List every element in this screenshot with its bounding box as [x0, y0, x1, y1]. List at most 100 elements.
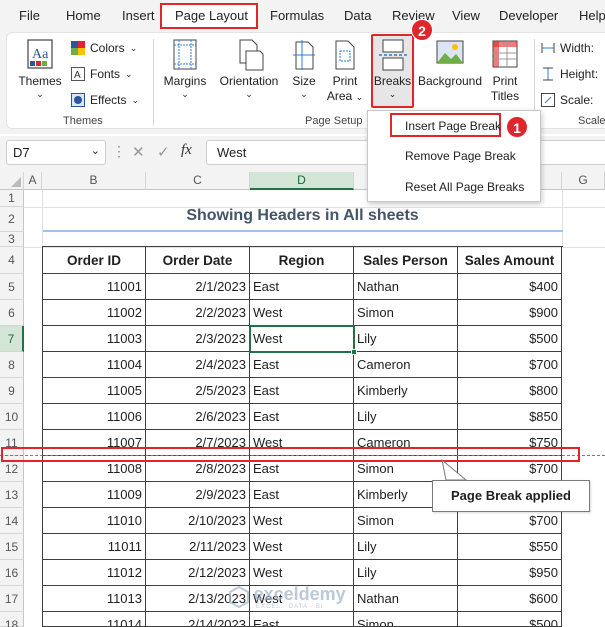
cell-region[interactable]: East — [250, 482, 354, 508]
cell-sales-amount[interactable]: $550 — [458, 534, 562, 560]
cell-order-date[interactable]: 2/3/2023 — [146, 326, 250, 352]
cell-sales-amount[interactable]: $500 — [458, 612, 562, 627]
cell-order-id[interactable]: 11005 — [42, 378, 146, 404]
cell-order-date[interactable]: 2/14/2023 — [146, 612, 250, 627]
background-button[interactable]: Background — [413, 39, 487, 89]
cell-sales-person[interactable]: Lily — [354, 534, 458, 560]
row-header-3[interactable]: 3 — [0, 232, 24, 247]
cell-order-id[interactable]: 11013 — [42, 586, 146, 612]
row-header-18[interactable]: 18 — [0, 612, 24, 627]
themes-button[interactable]: Aa Themes ⌄ — [15, 39, 65, 99]
cell-sales-amount[interactable]: $700 — [458, 352, 562, 378]
row-header-1[interactable]: 1 — [0, 190, 24, 207]
cell-order-date[interactable]: 2/10/2023 — [146, 508, 250, 534]
cell-sales-person[interactable]: Kimberly — [354, 378, 458, 404]
row-header-10[interactable]: 10 — [0, 404, 24, 430]
cell-order-date[interactable]: 2/1/2023 — [146, 274, 250, 300]
column-header-a[interactable]: A — [24, 172, 42, 190]
cell-order-id[interactable]: 11009 — [42, 482, 146, 508]
cell-sales-person[interactable]: Lily — [354, 404, 458, 430]
cell-order-date[interactable]: 2/4/2023 — [146, 352, 250, 378]
menu-item-remove-page-break[interactable]: Remove Page Break — [405, 149, 516, 163]
column-header-b[interactable]: B — [42, 172, 146, 190]
width-control[interactable]: Width: — [541, 41, 594, 55]
column-header-c[interactable]: C — [146, 172, 250, 190]
column-header-d[interactable]: D — [250, 172, 354, 190]
cell-order-id[interactable]: 11006 — [42, 404, 146, 430]
row-header-4[interactable]: 4 — [0, 247, 24, 274]
cell-sales-amount[interactable]: $800 — [458, 378, 562, 404]
row-header-9[interactable]: 9 — [0, 378, 24, 404]
function-icon[interactable]: fx — [181, 142, 192, 159]
header-cell-region[interactable]: Region — [250, 247, 354, 274]
tab-formulas[interactable]: Formulas — [270, 8, 324, 23]
tab-view[interactable]: View — [452, 8, 480, 23]
cell-order-date[interactable]: 2/2/2023 — [146, 300, 250, 326]
cell-sales-amount[interactable]: $900 — [458, 300, 562, 326]
cell-region[interactable]: West — [250, 534, 354, 560]
row-header-17[interactable]: 17 — [0, 586, 24, 612]
cell-region[interactable]: East — [250, 378, 354, 404]
row-header-8[interactable]: 8 — [0, 352, 24, 378]
cell-order-date[interactable]: 2/6/2023 — [146, 404, 250, 430]
header-cell-sales-person[interactable]: Sales Person — [354, 247, 458, 274]
orientation-button[interactable]: Orientation ⌄ — [213, 39, 285, 99]
tab-file[interactable]: File — [19, 8, 40, 23]
header-cell-sales-amount[interactable]: Sales Amount — [458, 247, 562, 274]
cell-region[interactable]: West — [250, 326, 354, 352]
row-header-14[interactable]: 14 — [0, 508, 24, 534]
cell-region[interactable]: West — [250, 560, 354, 586]
cell-order-id[interactable]: 11003 — [42, 326, 146, 352]
select-all-corner[interactable] — [0, 172, 24, 190]
row-header-7[interactable]: 7 — [0, 326, 24, 352]
cell-sales-person[interactable]: Cameron — [354, 352, 458, 378]
header-cell-order-id[interactable]: Order ID — [42, 247, 146, 274]
cell-order-id[interactable]: 11011 — [42, 534, 146, 560]
cell-order-id[interactable]: 11002 — [42, 300, 146, 326]
cell-order-date[interactable]: 2/5/2023 — [146, 378, 250, 404]
cell-sales-person[interactable]: Lily — [354, 560, 458, 586]
scale-control[interactable]: Scale: — [541, 93, 593, 107]
print-titles-button[interactable]: Print Titles — [485, 39, 525, 104]
cell-order-id[interactable]: 11014 — [42, 612, 146, 627]
cell-order-id[interactable]: 11010 — [42, 508, 146, 534]
tab-data[interactable]: Data — [344, 8, 371, 23]
cell-region[interactable]: East — [250, 274, 354, 300]
cell-region[interactable]: West — [250, 300, 354, 326]
cell-order-id[interactable]: 11012 — [42, 560, 146, 586]
row-header-15[interactable]: 15 — [0, 534, 24, 560]
cell-sales-person[interactable]: Nathan — [354, 586, 458, 612]
cell-order-date[interactable]: 2/9/2023 — [146, 482, 250, 508]
cell-sales-amount[interactable]: $850 — [458, 404, 562, 430]
cell-sales-person[interactable]: Simon — [354, 612, 458, 627]
fill-handle[interactable] — [351, 349, 357, 355]
height-control[interactable]: Height: — [541, 67, 598, 81]
fonts-button[interactable]: A Fonts ⌄ — [71, 67, 133, 81]
row-header-13[interactable]: 13 — [0, 482, 24, 508]
header-cell-order-date[interactable]: Order Date — [146, 247, 250, 274]
tab-help[interactable]: Help — [579, 8, 605, 23]
chevron-down-icon[interactable]: ⌄ — [91, 144, 100, 157]
cell-region[interactable]: East — [250, 612, 354, 627]
row-header-16[interactable]: 16 — [0, 560, 24, 586]
effects-button[interactable]: Effects ⌄ — [71, 93, 139, 107]
cell-sales-person[interactable]: Simon — [354, 300, 458, 326]
cell-order-date[interactable]: 2/12/2023 — [146, 560, 250, 586]
menu-item-insert-page-break[interactable]: Insert Page Break — [405, 119, 501, 133]
cell-sales-amount[interactable]: $400 — [458, 274, 562, 300]
size-button[interactable]: Size ⌄ — [287, 39, 321, 99]
cell-order-id[interactable]: 11004 — [42, 352, 146, 378]
tab-insert[interactable]: Insert — [122, 8, 155, 23]
cancel-icon[interactable]: ✕ — [132, 143, 145, 161]
tab-developer[interactable]: Developer — [499, 8, 558, 23]
menu-item-reset-all-page-breaks[interactable]: Reset All Page Breaks — [405, 180, 524, 194]
column-header-g[interactable]: G — [562, 172, 605, 190]
cell-region[interactable]: West — [250, 508, 354, 534]
name-box[interactable]: D7 ⌄ — [6, 140, 106, 165]
tab-page-layout[interactable]: Page Layout — [175, 8, 248, 23]
cell-order-date[interactable]: 2/11/2023 — [146, 534, 250, 560]
cell-order-id[interactable]: 11001 — [42, 274, 146, 300]
colors-button[interactable]: Colors ⌄ — [71, 41, 137, 55]
row-header-5[interactable]: 5 — [0, 274, 24, 300]
cell-sales-amount[interactable]: $950 — [458, 560, 562, 586]
